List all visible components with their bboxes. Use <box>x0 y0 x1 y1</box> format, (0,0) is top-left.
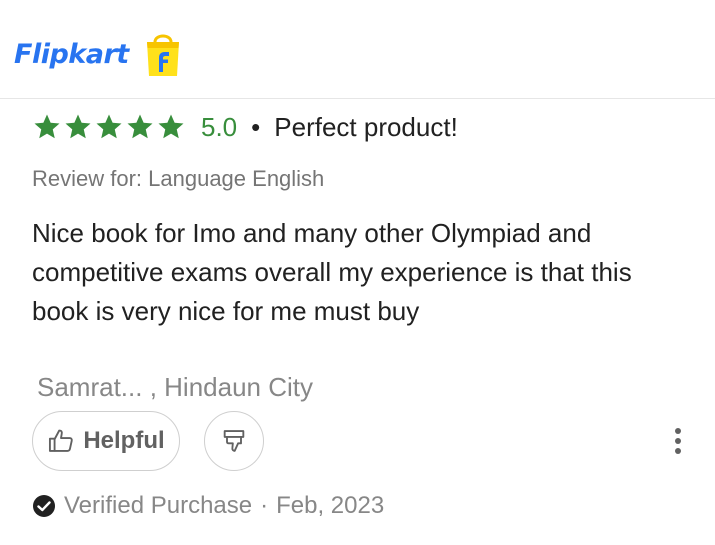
brand-logo-text: Flipkart <box>14 38 129 70</box>
rating-value: 5.0 <box>201 111 238 142</box>
verified-label: Verified Purchase <box>64 492 253 519</box>
review-date: Feb, 2023 <box>276 492 385 519</box>
flipkart-bag-icon <box>146 34 179 76</box>
brand-header: Flipkart <box>14 30 187 78</box>
verified-purchase-row: Verified Purchase · Feb, 2023 <box>32 492 384 520</box>
star-icon <box>127 114 153 139</box>
review-title: Perfect product! <box>274 111 458 142</box>
star-rating <box>32 112 187 142</box>
star-icon <box>96 114 122 139</box>
more-vertical-icon[interactable] <box>668 426 688 456</box>
dislike-button[interactable] <box>204 411 264 471</box>
divider <box>0 98 715 99</box>
star-icon <box>34 114 60 139</box>
helpful-label: Helpful <box>83 427 165 454</box>
reviewer-name-location: Samrat... , Hindaun City <box>37 372 313 402</box>
helpful-button[interactable]: Helpful <box>32 411 180 471</box>
rating-row: 5.0 • Perfect product! <box>32 110 458 144</box>
thumbs-up-icon <box>49 429 74 452</box>
dot-separator: · <box>260 492 269 519</box>
check-circle-icon <box>33 495 55 517</box>
star-icon <box>158 114 184 139</box>
thumbs-down-icon <box>223 430 245 452</box>
review-for-label: Review for: Language English <box>32 166 325 191</box>
bullet-separator: • <box>251 111 261 142</box>
star-icon <box>65 114 91 139</box>
review-body: Nice book for Imo and many other Olympia… <box>32 218 632 326</box>
